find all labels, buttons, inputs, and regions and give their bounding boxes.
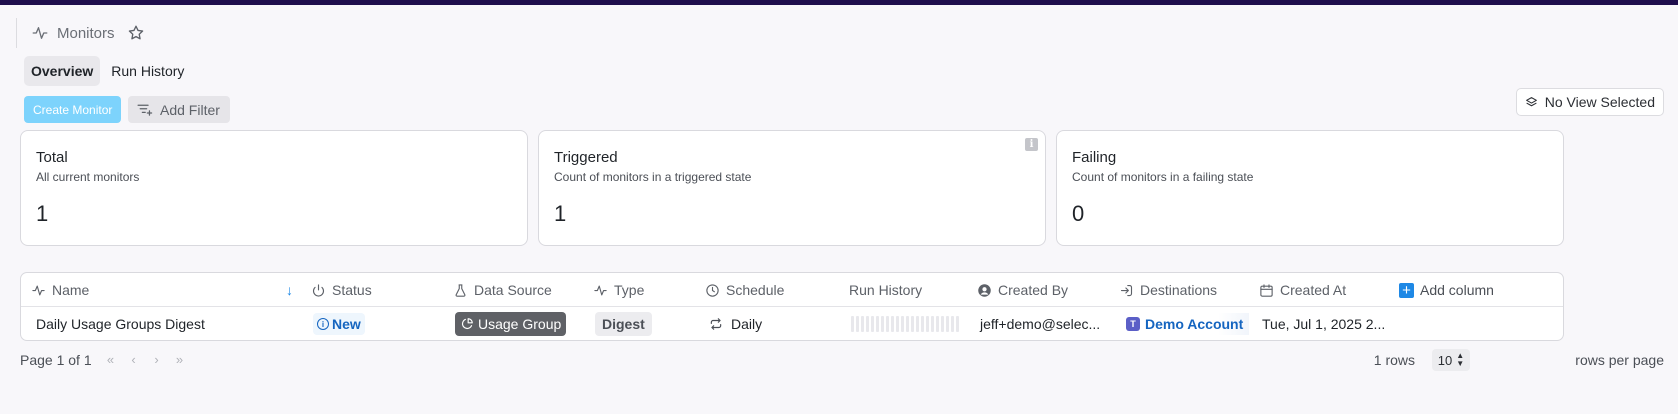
card-title: Total [36, 149, 68, 166]
card-value: 1 [554, 201, 567, 226]
schedule-cell: Daily [709, 307, 762, 341]
column-label: Created By [998, 282, 1069, 298]
data-source-badge: Usage Group [455, 312, 567, 336]
column-header-name[interactable]: Name [31, 273, 89, 307]
top-accent-bar [0, 0, 1678, 5]
first-page-icon[interactable]: « [100, 349, 121, 370]
page-title: Monitors [57, 24, 115, 42]
rows-per-page-select[interactable]: 10 ▲ ▼ [1432, 349, 1470, 371]
sort-descending-icon[interactable]: ↓ [286, 282, 293, 298]
view-selector-label: No View Selected [1544, 94, 1655, 110]
column-header-schedule[interactable]: Schedule [705, 273, 784, 307]
user-icon [978, 283, 991, 297]
column-header-type[interactable]: Type [593, 273, 644, 307]
column-header-data-source[interactable]: Data Source [453, 273, 552, 307]
tab-bar: Overview Run History [24, 56, 191, 86]
calendar-icon [1260, 283, 1273, 297]
card-value: 1 [36, 201, 49, 226]
column-label: Name [52, 282, 90, 298]
plus-icon: + [1399, 282, 1414, 298]
page-info: Page 1 of 1 [20, 352, 92, 368]
pagination-controls: « ‹ › » [100, 349, 190, 370]
status-label: New [332, 316, 361, 332]
monitor-name[interactable]: Daily Usage Groups Digest [36, 307, 205, 341]
next-page-icon[interactable]: › [146, 349, 167, 370]
stat-card-triggered: i Triggered Count of monitors in a trigg… [538, 130, 1046, 246]
stat-card-failing: Failing Count of monitors in a failing s… [1056, 130, 1564, 246]
card-description: Count of monitors in a failing state [1072, 170, 1254, 184]
type-cell: Digest [595, 307, 652, 341]
add-column-button[interactable]: + Add column [1399, 273, 1494, 307]
view-selector-button[interactable]: No View Selected [1515, 88, 1664, 116]
table-header: Name ↓ Status Data Source Type Schedule … [21, 273, 1563, 307]
activity-icon [594, 285, 607, 295]
clock-icon [706, 283, 719, 297]
pie-chart-icon [462, 318, 473, 329]
card-title: Failing [1072, 149, 1117, 166]
column-header-created-at[interactable]: Created At [1259, 273, 1346, 307]
card-description: Count of monitors in a triggered state [554, 170, 752, 184]
layers-icon [1525, 96, 1537, 106]
column-label: Data Source [474, 282, 552, 298]
activity-icon [32, 285, 45, 295]
column-label: Type [614, 282, 645, 298]
tab-overview[interactable]: Overview [24, 56, 101, 86]
destination-label: Demo Account [1145, 316, 1244, 332]
card-value: 0 [1072, 201, 1085, 226]
created-at: Tue, Jul 1, 2025 2... [1262, 316, 1386, 332]
data-source-label: Usage Group [478, 316, 562, 332]
column-label: Status [332, 282, 372, 298]
column-label: Destinations [1140, 282, 1218, 298]
created-by: jeff+demo@selec... [980, 316, 1101, 332]
activity-icon [32, 27, 48, 39]
column-label: Run History [849, 282, 923, 298]
rows-per-page-label: rows per page [1575, 352, 1664, 368]
info-circle-icon: i [317, 318, 329, 330]
teams-icon: T [1126, 317, 1140, 331]
source-cell: Usage Group [455, 307, 567, 341]
star-icon[interactable] [127, 24, 145, 42]
stat-card-total: Total All current monitors 1 [20, 130, 528, 246]
rows-per-page-value: 10 [1437, 352, 1453, 368]
tab-run-history[interactable]: Run History [104, 56, 191, 86]
card-title: Triggered [554, 149, 618, 166]
last-page-icon[interactable]: » [169, 349, 190, 370]
destination-cell: T Demo Account [1126, 307, 1250, 341]
add-filter-button[interactable]: Add Filter [128, 96, 230, 123]
previous-page-icon[interactable]: ‹ [123, 349, 144, 370]
filter-add-icon [137, 104, 153, 116]
add-filter-label: Add Filter [160, 101, 220, 118]
schedule-value: Daily [709, 316, 762, 332]
table-row[interactable]: Daily Usage Groups Digest i New Usage Gr… [21, 307, 1563, 341]
column-header-run-history[interactable]: Run History [849, 273, 922, 307]
card-description: All current monitors [36, 170, 140, 184]
page-header: Monitors [16, 18, 145, 48]
run-history-bars [851, 315, 959, 333]
chevron-up-down-icon: ▲ ▼ [1456, 351, 1465, 368]
schedule-label: Daily [731, 316, 763, 332]
column-label: Schedule [726, 282, 785, 298]
column-header-created-by[interactable]: Created By [977, 273, 1068, 307]
power-icon [312, 283, 325, 296]
flask-icon [455, 283, 466, 297]
column-label: Created At [1280, 282, 1347, 298]
status-cell: i New [313, 307, 365, 341]
monitors-table: Name ↓ Status Data Source Type Schedule … [20, 272, 1564, 341]
status-badge: i New [313, 313, 365, 335]
add-column-label: Add column [1420, 282, 1494, 298]
column-header-status[interactable]: Status [311, 273, 372, 307]
create-monitor-button[interactable]: Create Monitor [24, 96, 122, 123]
rows-count: 1 rows [1373, 352, 1415, 368]
column-header-destinations[interactable]: Destinations [1119, 273, 1217, 307]
run-history-cell [851, 307, 959, 341]
type-badge: Digest [595, 312, 652, 336]
destination-badge[interactable]: T Demo Account [1126, 313, 1250, 335]
info-icon[interactable]: i [1025, 138, 1038, 151]
sign-in-icon [1120, 284, 1133, 296]
repeat-icon [710, 318, 722, 330]
